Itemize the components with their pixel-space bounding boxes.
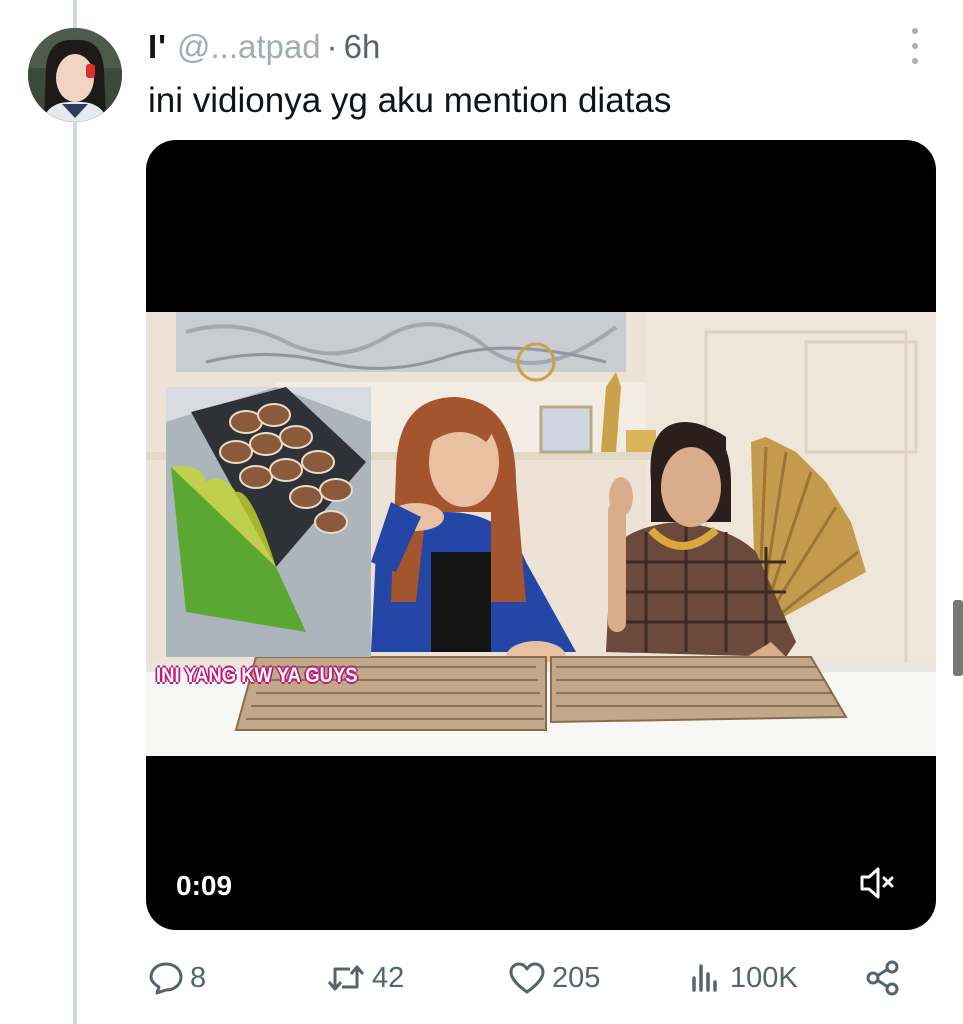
tweet-header: I' @...atpad · 6h	[148, 22, 380, 72]
video-caption: INI YANG KW YA GUYS	[156, 664, 358, 687]
separator-dot: ·	[326, 28, 338, 65]
reply-button[interactable]: 8	[148, 950, 206, 1006]
retweet-count: 42	[372, 961, 405, 994]
retweet-button[interactable]: 42	[326, 950, 404, 1006]
reply-count: 8	[190, 961, 207, 994]
views-button[interactable]: 100K	[688, 950, 798, 1006]
scrollbar[interactable]	[953, 600, 963, 676]
like-button[interactable]: 205	[508, 950, 600, 1006]
tweet-actions: 8 42 205 100K	[148, 950, 928, 1010]
avatar[interactable]	[28, 28, 122, 122]
views-count: 100K	[730, 961, 798, 994]
share-icon	[863, 958, 903, 998]
avatar-image	[28, 28, 122, 122]
mute-icon[interactable]	[858, 865, 898, 901]
retweet-icon	[326, 960, 366, 996]
views-icon	[688, 960, 724, 996]
video-player[interactable]: INI YANG KW YA GUYS 0:09	[146, 140, 936, 930]
video-frame: INI YANG KW YA GUYS	[146, 312, 936, 756]
tweet-text: ini vidionya yg aku mention diatas	[148, 81, 672, 120]
more-icon[interactable]	[905, 28, 925, 64]
share-button[interactable]	[863, 950, 903, 1006]
video-timestamp: 0:09	[176, 870, 233, 901]
like-count: 205	[552, 961, 601, 994]
author-handle[interactable]: @...atpad	[177, 28, 321, 66]
author-name[interactable]: I'	[148, 28, 167, 66]
thread-line	[73, 0, 77, 1024]
tweet-time[interactable]: 6h	[344, 28, 381, 66]
reply-icon	[148, 960, 184, 996]
like-icon	[508, 960, 546, 996]
